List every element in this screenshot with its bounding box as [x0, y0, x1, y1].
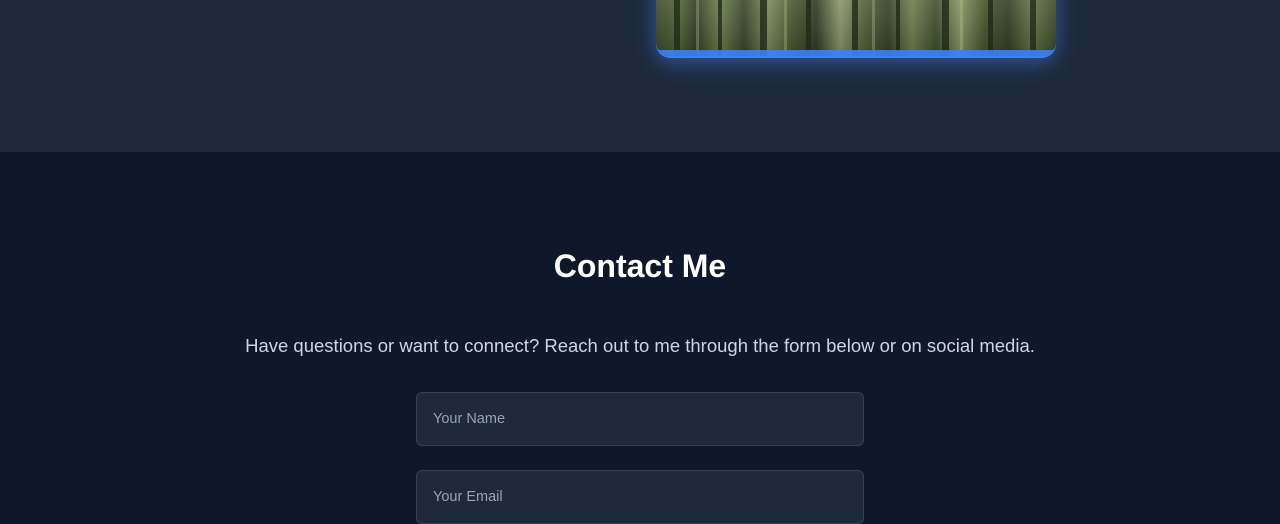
- name-input[interactable]: [416, 392, 864, 446]
- about-section: [0, 0, 1280, 152]
- contact-section: Contact Me Have questions or want to con…: [0, 152, 1280, 524]
- forest-image-graphic: [656, 0, 1056, 56]
- email-input[interactable]: [416, 470, 864, 524]
- contact-title: Contact Me: [553, 248, 727, 284]
- forest-image: [656, 0, 1056, 56]
- contact-description: Have questions or want to connect? Reach…: [245, 335, 1035, 356]
